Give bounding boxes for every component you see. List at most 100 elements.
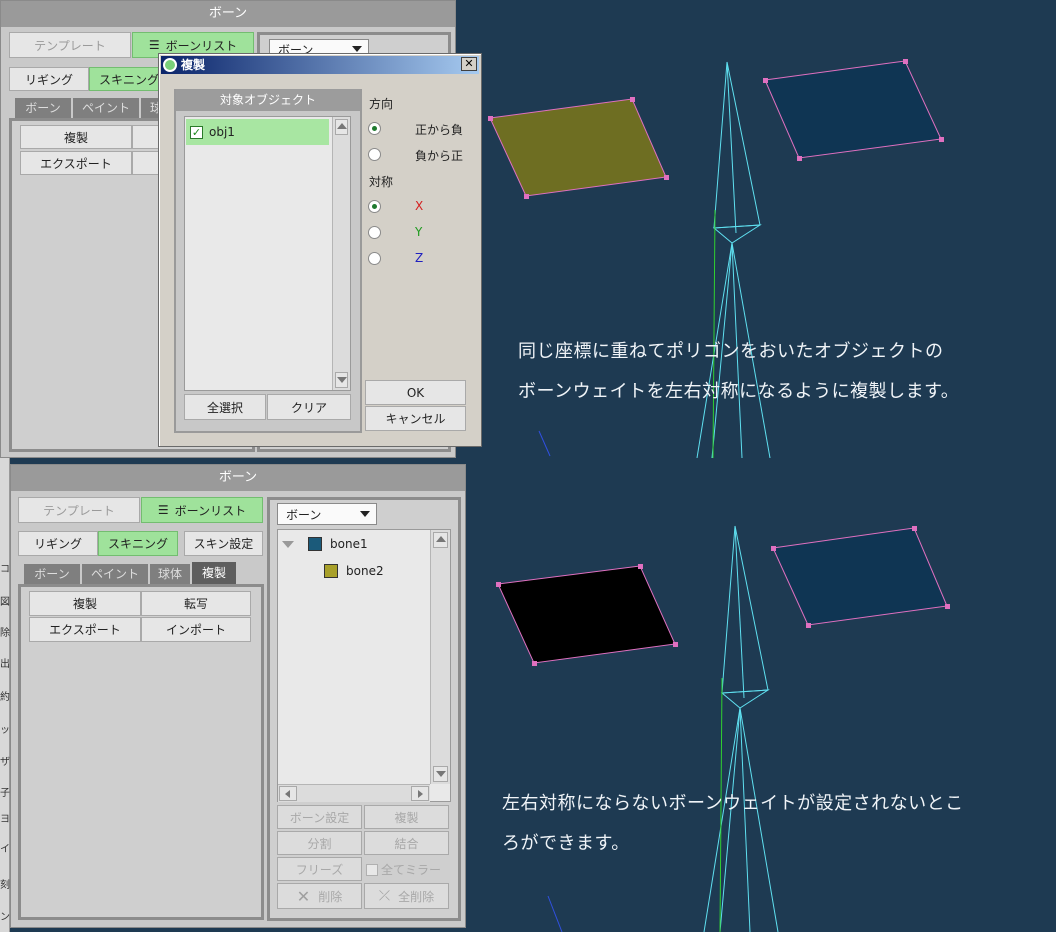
scroll-up-button[interactable] bbox=[335, 119, 348, 135]
delete-button[interactable]: ✕ 削除 bbox=[277, 883, 362, 909]
merge-button[interactable]: 結合 bbox=[364, 831, 449, 855]
template-button[interactable]: テンプレート bbox=[9, 32, 131, 58]
tab-bone[interactable]: ボーン bbox=[15, 98, 71, 118]
right-polygon bbox=[772, 527, 948, 626]
dup-button[interactable]: 複製 bbox=[364, 805, 449, 829]
delete-all-label: 全削除 bbox=[398, 889, 435, 904]
chevron-down-icon bbox=[352, 46, 362, 52]
strip-char: ヨ bbox=[0, 814, 10, 825]
bone-wireframe bbox=[703, 525, 779, 932]
list-item-obj1[interactable]: ✓ obj1 bbox=[186, 119, 329, 145]
viewport-top[interactable]: 同じ座標に重ねてポリゴンをおいたオブジェクトの ボーンウェイトを左右対称になるよ… bbox=[480, 0, 1056, 458]
strip-char: イ bbox=[0, 844, 10, 855]
viewport-bottom[interactable]: 左右対称にならないボーンウェイトが設定されないとこ ろができます。 bbox=[466, 464, 1056, 932]
tab-duplicate[interactable]: 複製 bbox=[192, 562, 236, 584]
cancel-button[interactable]: キャンセル bbox=[365, 406, 466, 431]
strip-char: 約 bbox=[0, 692, 10, 703]
duplicate-dialog: 複製 ✕ 対象オブジェクト ✓ obj1 全選択 クリア 方向 正から負 負から… bbox=[158, 53, 482, 447]
axis-z-label: Z bbox=[415, 251, 424, 265]
strip-char: ザ bbox=[0, 757, 10, 768]
skin-settings-button[interactable]: スキン設定 bbox=[184, 531, 263, 556]
mirror-all-label: 全てミラー bbox=[381, 863, 442, 877]
list-icon: ☰ bbox=[157, 503, 169, 517]
bone-color-swatch bbox=[324, 564, 338, 578]
duplicate-button[interactable]: 複製 bbox=[29, 591, 141, 616]
bone-tree-hscrollbar[interactable] bbox=[278, 784, 430, 802]
tab-bone[interactable]: ボーン bbox=[24, 564, 80, 584]
ok-button[interactable]: OK bbox=[365, 380, 466, 405]
strip-char: 出 bbox=[0, 659, 10, 670]
expand-triangle-icon[interactable] bbox=[282, 540, 294, 548]
bone-tree-vscrollbar[interactable] bbox=[430, 530, 450, 784]
strip-char: 図 bbox=[0, 597, 10, 608]
bone-name: bone1 bbox=[330, 537, 368, 551]
target-object-header: 対象オブジェクト bbox=[176, 89, 360, 111]
strip-char: 刻 bbox=[0, 880, 10, 891]
bone-list-label: ボーンリスト bbox=[165, 38, 238, 53]
delete-all-button[interactable]: ⤫ 全削除 bbox=[364, 883, 449, 909]
left-polygon bbox=[497, 565, 676, 664]
radio-axis-z[interactable] bbox=[368, 252, 381, 265]
pos-to-neg-label: 正から負 bbox=[415, 123, 464, 137]
scroll-down-button[interactable] bbox=[433, 766, 448, 782]
scroll-left-button[interactable] bbox=[279, 786, 297, 801]
checkbox-checked-icon[interactable]: ✓ bbox=[190, 125, 203, 139]
bone-list-button[interactable]: ☰ ボーンリスト bbox=[141, 497, 263, 523]
radio-pos-to-neg[interactable] bbox=[368, 122, 381, 135]
left-polygon bbox=[489, 98, 667, 197]
rigging-button[interactable]: リギング bbox=[9, 67, 89, 91]
tree-item-bone2[interactable]: bone2 bbox=[324, 561, 384, 581]
strip-char: 子 bbox=[0, 788, 10, 799]
bone-tree[interactable]: bone1 bone2 bbox=[277, 529, 451, 802]
skinning-button[interactable]: スキニング bbox=[98, 531, 178, 556]
strip-char: コ bbox=[0, 564, 10, 575]
tab-sphere[interactable]: 球体 bbox=[150, 564, 190, 584]
checkbox-icon[interactable] bbox=[366, 863, 378, 876]
strip-char: ッ bbox=[0, 725, 10, 736]
neg-to-pos-label: 負から正 bbox=[415, 149, 464, 163]
caption-top-line1: 同じ座標に重ねてポリゴンをおいたオブジェクトの bbox=[518, 341, 944, 362]
select-value: ボーン bbox=[286, 507, 322, 522]
skinning-button[interactable]: スキニング bbox=[89, 67, 169, 91]
bone-type-select[interactable]: ボーン bbox=[277, 503, 377, 525]
tree-item-bone1[interactable]: bone1 bbox=[282, 534, 368, 554]
axis-x-label: X bbox=[415, 199, 424, 213]
radio-axis-y[interactable] bbox=[368, 226, 381, 239]
export-button[interactable]: エクスポート bbox=[20, 151, 132, 175]
duplicate-button[interactable]: 複製 bbox=[20, 125, 132, 149]
dialog-title-bar[interactable]: 複製 ✕ bbox=[161, 56, 479, 74]
scroll-right-button[interactable] bbox=[411, 786, 429, 801]
radio-axis-x[interactable] bbox=[368, 200, 381, 213]
freeze-button[interactable]: フリーズ bbox=[277, 857, 362, 881]
delete-all-icon: ⤫ bbox=[378, 888, 391, 904]
scroll-up-button[interactable] bbox=[433, 532, 448, 548]
chevron-down-icon bbox=[360, 511, 370, 517]
close-icon[interactable]: ✕ bbox=[461, 57, 477, 71]
bone-list-label: ボーンリスト bbox=[174, 503, 247, 518]
mirror-all-checkbox[interactable]: 全てミラー bbox=[366, 861, 441, 878]
scroll-down-button[interactable] bbox=[335, 372, 348, 388]
caption-bottom-line1: 左右対称にならないボーンウェイトが設定されないとこ bbox=[502, 793, 964, 814]
split-button[interactable]: 分割 bbox=[277, 831, 362, 855]
x-icon: ✕ bbox=[296, 886, 311, 906]
tab-paint[interactable]: ペイント bbox=[82, 564, 148, 584]
tab-paint[interactable]: ペイント bbox=[73, 98, 139, 118]
transfer-button[interactable]: 転写 bbox=[141, 591, 251, 616]
object-name: obj1 bbox=[209, 125, 235, 139]
strip-char: ン bbox=[0, 912, 10, 923]
export-button[interactable]: エクスポート bbox=[29, 617, 141, 642]
rigging-button[interactable]: リギング bbox=[18, 531, 98, 556]
template-button[interactable]: テンプレート bbox=[18, 497, 140, 523]
delete-label: 削除 bbox=[318, 889, 343, 904]
caption-top-line2: ボーンウェイトを左右対称になるように複製します。 bbox=[518, 381, 960, 402]
select-all-button[interactable]: 全選択 bbox=[184, 394, 266, 420]
strip-char: 除 bbox=[0, 628, 10, 639]
clear-button[interactable]: クリア bbox=[267, 394, 351, 420]
right-polygon bbox=[764, 60, 942, 159]
app-icon bbox=[163, 58, 177, 72]
object-list[interactable]: ✓ obj1 bbox=[184, 116, 351, 391]
object-list-scrollbar[interactable] bbox=[332, 117, 350, 390]
radio-neg-to-pos[interactable] bbox=[368, 148, 381, 161]
import-button[interactable]: インポート bbox=[141, 617, 251, 642]
bone-settings-button[interactable]: ボーン設定 bbox=[277, 805, 362, 829]
